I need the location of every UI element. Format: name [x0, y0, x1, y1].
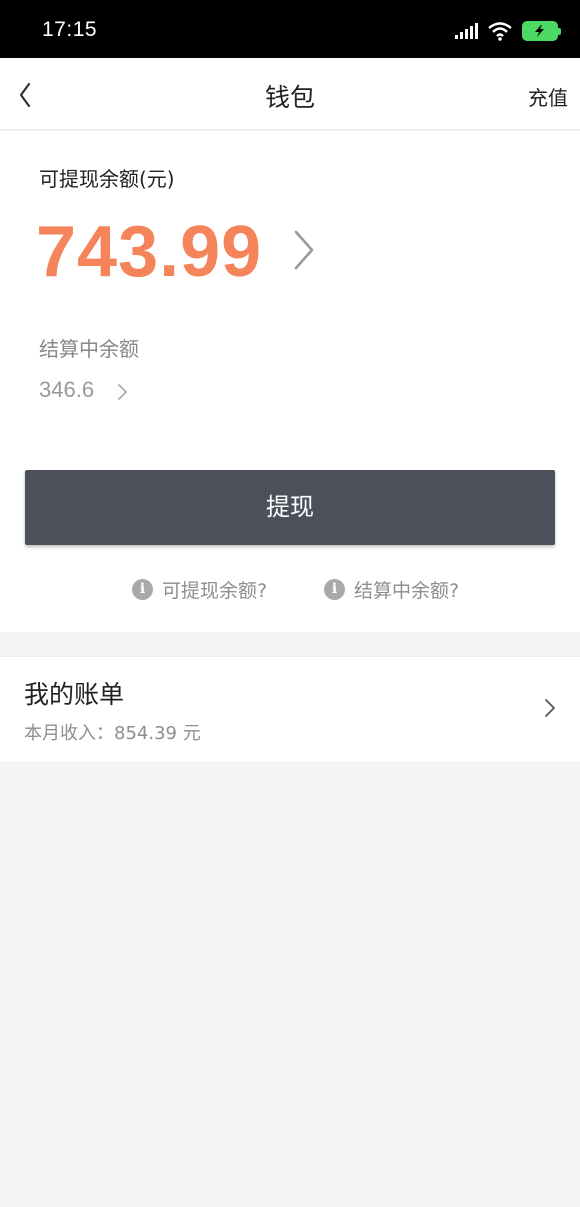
monthly-income: 本月收入：854.39 元 — [24, 723, 201, 744]
withdraw-button[interactable]: 提现 — [25, 470, 555, 545]
info-icon: i — [324, 579, 345, 600]
settling-balance-label: 结算中余额 — [39, 337, 139, 361]
charging-bolt-icon — [535, 25, 544, 37]
nav-bar: 钱包 充值 — [0, 58, 580, 130]
status-time: 17:15 — [42, 18, 98, 41]
status-bar: 17:15 — [0, 0, 580, 58]
available-balance-label: 可提现余额(元) — [39, 167, 175, 191]
my-bill-row[interactable]: 我的账单 本月收入：854.39 元 — [0, 656, 580, 761]
settling-balance-help-label: 结算中余额? — [354, 580, 460, 602]
chevron-right-icon[interactable] — [290, 228, 318, 272]
signal-icon — [455, 23, 478, 39]
wifi-icon — [488, 22, 512, 41]
battery-icon — [522, 21, 561, 41]
settling-balance-help[interactable]: i 结算中余额? — [324, 576, 459, 603]
recharge-button[interactable]: 充值 — [528, 82, 568, 111]
info-icon: i — [132, 579, 153, 600]
page-title: 钱包 — [264, 83, 315, 112]
available-balance-amount[interactable]: 743.99 — [36, 211, 262, 293]
available-balance-help[interactable]: i 可提现余额? — [132, 576, 267, 603]
settling-balance-amount[interactable]: 346.6 — [39, 377, 94, 403]
my-bill-title: 我的账单 — [24, 680, 125, 709]
balance-card: 可提现余额(元) 743.99 结算中余额 346.6 提现 i 可提现余额? … — [0, 131, 580, 632]
available-balance-help-label: 可提现余额? — [162, 580, 268, 602]
chevron-right-icon — [545, 699, 555, 717]
chevron-right-icon[interactable] — [116, 382, 130, 402]
status-icons — [455, 20, 561, 42]
